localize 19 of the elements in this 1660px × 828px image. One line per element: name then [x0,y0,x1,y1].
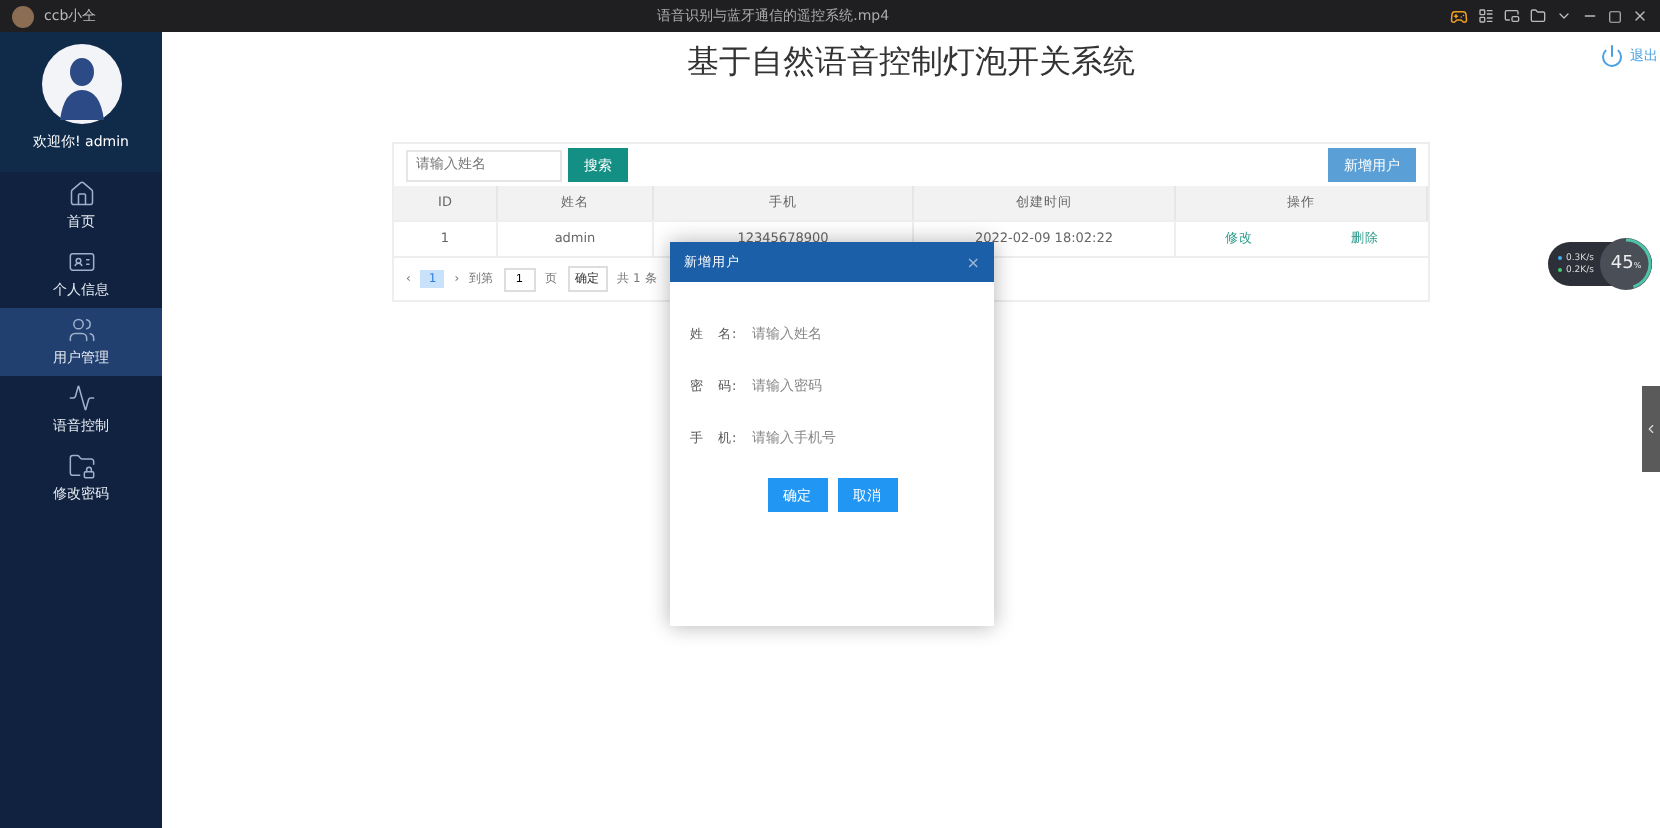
user-avatar [12,5,34,27]
home-icon [67,180,95,208]
avatar-silhouette [41,44,121,124]
id-card-icon [67,248,95,276]
gamepad-icon[interactable] [1450,7,1468,25]
chevron-left-icon [1644,422,1658,436]
users-icon [67,316,95,344]
maximize-icon[interactable] [1608,9,1622,23]
page-title: 基于自然语音控制灯泡开关系统 [687,41,1135,83]
folder-lock-icon [67,452,95,480]
picture-in-picture-icon[interactable] [1504,8,1520,24]
power-icon [1600,44,1624,68]
pulse-icon [67,384,95,412]
side-panel-toggle[interactable] [1642,386,1660,472]
close-icon[interactable] [1632,8,1648,24]
folder-icon[interactable] [1530,8,1546,24]
list-icon[interactable] [1478,8,1494,24]
chevron-down-icon[interactable] [1556,8,1572,24]
close-button[interactable]: × [966,253,980,271]
